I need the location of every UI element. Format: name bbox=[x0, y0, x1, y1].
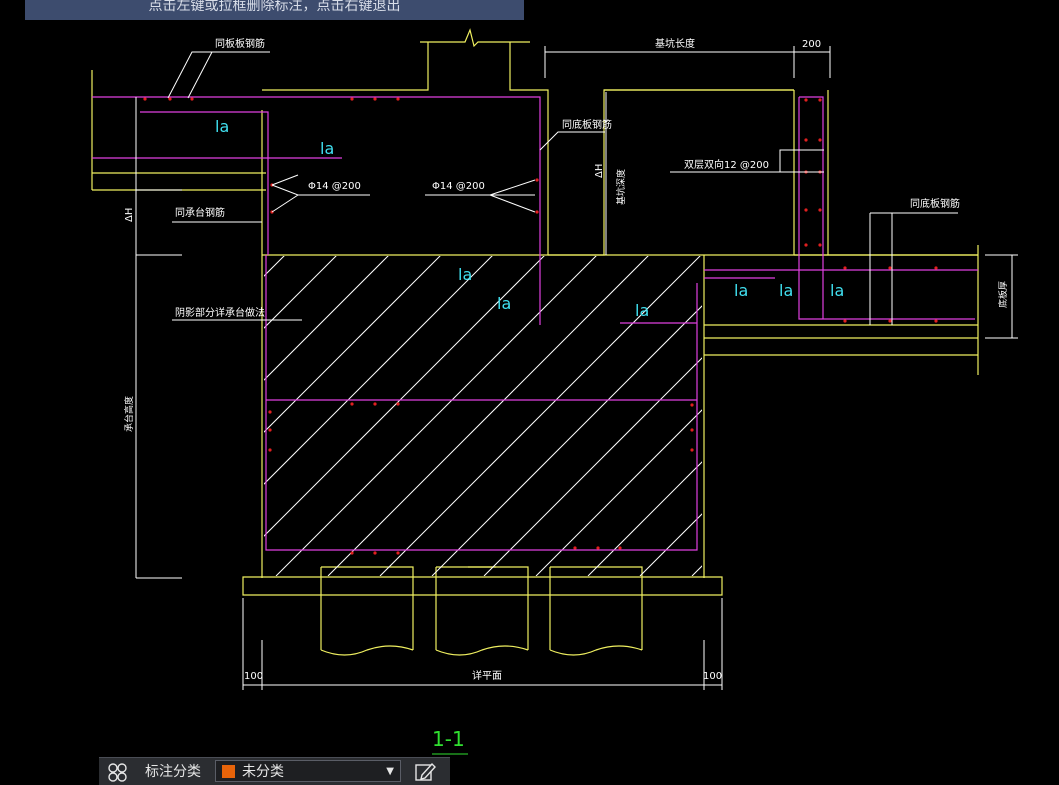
hatch-area bbox=[264, 256, 702, 576]
rebar-dot bbox=[843, 319, 847, 323]
label-tongdiban-right: 同底板钢筋 bbox=[910, 197, 960, 210]
rebar-dot bbox=[888, 319, 892, 323]
rebar-dot bbox=[690, 448, 694, 452]
la-label: la bbox=[734, 281, 748, 300]
rebar-dot bbox=[934, 319, 938, 323]
hatch-line bbox=[483, 357, 702, 576]
hatch-line bbox=[275, 256, 597, 576]
rebar-dot bbox=[804, 243, 808, 247]
hatch-line bbox=[379, 256, 701, 576]
rebar-dot bbox=[818, 243, 822, 247]
command-tip-text: 点击左键或拉框删除标注，点击右键退出 bbox=[148, 0, 401, 14]
label-diban-thick: 底板厚 bbox=[997, 281, 1009, 308]
annotation-toolbar: 标注分类 未分类 ▼ bbox=[99, 757, 450, 785]
la-label: la bbox=[779, 281, 793, 300]
label-height-mid2: 基坑深度 bbox=[615, 169, 627, 205]
rebar-dot bbox=[804, 98, 808, 102]
rebar-lines bbox=[92, 96, 978, 551]
edit-icon[interactable] bbox=[413, 761, 437, 783]
rebar-dot bbox=[268, 410, 272, 414]
rebar-dot bbox=[888, 266, 892, 270]
la-label: la bbox=[320, 139, 334, 158]
cad-drawing-canvas[interactable]: 同板板钢筋 同底板钢筋 同承台钢筋 同底板钢筋 阴影部分详承台做法 双层双向12… bbox=[0, 0, 1059, 784]
label-dim-100-left: 100 bbox=[244, 671, 263, 682]
label-height-mid: ΔH bbox=[594, 164, 605, 178]
hatch-line bbox=[587, 461, 702, 576]
hatch-line bbox=[264, 256, 545, 537]
label-dim-top: 基坑长度 bbox=[655, 37, 695, 50]
rebar-dot bbox=[268, 428, 272, 432]
rebar-dot bbox=[535, 178, 539, 182]
hatch-line bbox=[264, 256, 441, 433]
la-label: la bbox=[497, 294, 511, 313]
rebar-dot bbox=[373, 551, 377, 555]
rebar-dot bbox=[843, 266, 847, 270]
rebar-dot bbox=[818, 98, 822, 102]
la-label: la bbox=[830, 281, 844, 300]
drawing-labels: 同板板钢筋 同底板钢筋 同承台钢筋 同底板钢筋 阴影部分详承台做法 双层双向12… bbox=[123, 37, 1009, 755]
hatch-line bbox=[535, 409, 702, 576]
label-dim-100-right: 100 bbox=[703, 671, 722, 682]
label-rebar-left: Φ14 @200 bbox=[308, 181, 361, 192]
rebar-dot bbox=[396, 97, 400, 101]
hatch-line bbox=[264, 256, 337, 329]
rebar-dot bbox=[818, 208, 822, 212]
category-select-value: 未分类 bbox=[242, 764, 284, 780]
category-select[interactable]: 未分类 ▼ bbox=[215, 760, 401, 782]
label-rebar-mid: Φ14 @200 bbox=[432, 181, 485, 192]
la-label: la bbox=[635, 301, 649, 320]
annotation-category-label: 标注分类 bbox=[145, 764, 201, 780]
annotation-category-icon[interactable] bbox=[105, 762, 133, 782]
rebar-dot bbox=[804, 138, 808, 142]
rebar-dot bbox=[268, 448, 272, 452]
rebar-dot bbox=[535, 210, 539, 214]
label-height-left: ΔH bbox=[124, 208, 135, 222]
rebar-dot bbox=[350, 402, 354, 406]
chevron-down-icon[interactable]: ▼ bbox=[386, 766, 394, 777]
label-dim-200: 200 bbox=[802, 39, 821, 50]
label-tongchengtai: 同承台钢筋 bbox=[175, 206, 225, 219]
rebar-dot bbox=[690, 403, 694, 407]
rebar-dot bbox=[190, 97, 194, 101]
rebar-dot bbox=[573, 546, 577, 550]
rebar-dot bbox=[690, 428, 694, 432]
rebar-dot bbox=[818, 138, 822, 142]
hatch-line bbox=[264, 256, 493, 485]
rebar-dot bbox=[804, 208, 808, 212]
la-label: la bbox=[458, 265, 472, 284]
rebar-dot bbox=[396, 402, 400, 406]
label-tongbanban-top: 同板板钢筋 bbox=[215, 37, 265, 50]
rebar-dot bbox=[168, 97, 172, 101]
rebar-dot bbox=[373, 97, 377, 101]
rebar-dot bbox=[350, 551, 354, 555]
hatch-line bbox=[264, 256, 285, 277]
la-label: la bbox=[215, 117, 229, 136]
hatch-line bbox=[431, 305, 702, 576]
section-title: 1-1 bbox=[432, 727, 465, 751]
rebar-dot bbox=[373, 402, 377, 406]
label-yinying: 阴影部分详承台做法 bbox=[175, 306, 265, 319]
label-dim-bottom: 详平面 bbox=[472, 669, 502, 682]
rebar-dot bbox=[934, 266, 938, 270]
category-color-swatch bbox=[222, 765, 235, 778]
command-tip: 点击左键或拉框删除标注，点击右键退出 bbox=[25, 0, 524, 20]
rebar-dot bbox=[618, 546, 622, 550]
label-chengtai-height: 承台高度 bbox=[123, 396, 135, 432]
rebar-dot bbox=[596, 546, 600, 550]
rebar-dot bbox=[350, 97, 354, 101]
rebar-dot bbox=[396, 551, 400, 555]
label-shuangceng: 双层双向12 @200 bbox=[684, 158, 769, 171]
hatch-line bbox=[264, 256, 389, 381]
hatch-line bbox=[327, 256, 649, 576]
label-tongdiban: 同底板钢筋 bbox=[562, 118, 612, 131]
rebar-dot bbox=[143, 97, 147, 101]
